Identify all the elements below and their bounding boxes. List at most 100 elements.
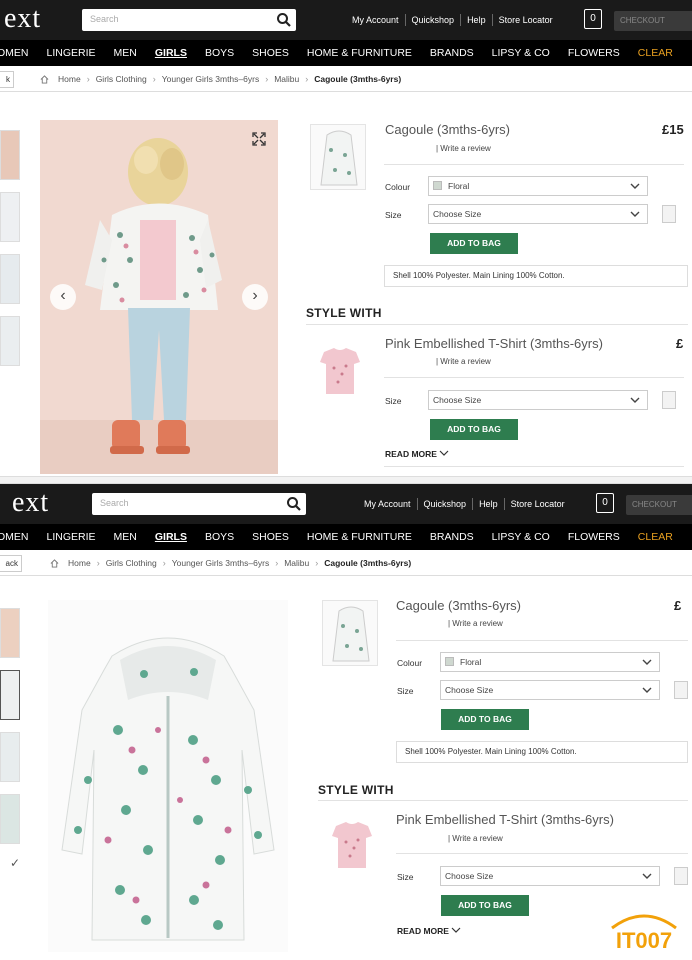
style-with-title[interactable]: Pink Embellished T-Shirt (3mths-6yrs) [396,812,614,827]
nav-item-men[interactable]: MEN [105,47,146,60]
colour-select[interactable]: Floral [428,176,648,196]
nav-item-boys[interactable]: BOYS [196,531,243,544]
product-thumbnail[interactable] [322,600,378,666]
nav-item-girls[interactable]: GIRLS [146,531,196,544]
my-account-link[interactable]: My Account [346,14,405,26]
breadcrumb-younger-girls[interactable]: Younger Girls 3mths–6yrs [156,74,265,84]
next-image-arrow[interactable]: › [242,284,268,310]
style-with-thumbnail[interactable] [312,338,368,404]
breadcrumb-home[interactable]: Home [52,74,87,84]
watermark-logo: IT007 [604,908,684,954]
checkout-button[interactable]: CHECKOUT [614,11,692,31]
thumbnail-4[interactable] [0,794,20,844]
breadcrumb-malibu[interactable]: Malibu [278,558,315,568]
nav-item-lingerie[interactable]: LINGERIE [38,531,105,544]
quickshop-link[interactable]: Quickshop [416,498,473,510]
thumbnail-1[interactable] [0,130,20,180]
nav-item-home-furniture[interactable]: HOME & FURNITURE [298,531,421,544]
read-more-label: READ MORE [397,926,449,936]
expand-icon[interactable] [252,132,266,146]
style-with-add-to-bag-button[interactable]: ADD TO BAG [441,895,529,916]
thumbnail-1[interactable] [0,608,20,658]
style-with-size-select[interactable]: Choose Size [440,866,660,886]
nav-item-clearance[interactable]: CLEAR [629,47,682,60]
style-with-heading: STYLE WITH [318,783,394,797]
thumbnail-3[interactable] [0,732,20,782]
nav-item-women[interactable]: OMEN [0,531,38,544]
checkout-button[interactable]: CHECKOUT [626,495,692,515]
breadcrumb-home[interactable]: Home [62,558,97,568]
nav-item-lipsy[interactable]: LIPSY & CO [483,47,559,60]
style-with-size-select[interactable]: Choose Size [428,390,648,410]
search-input[interactable]: Search [92,493,306,515]
nav-item-girls[interactable]: GIRLS [146,47,196,60]
size-select[interactable]: Choose Size [428,204,648,224]
style-with-heading: STYLE WITH [306,306,382,320]
nav-item-clearance[interactable]: CLEAR [629,531,682,544]
nav-item-lipsy[interactable]: LIPSY & CO [483,531,559,544]
style-with-size-placeholder: Choose Size [445,871,494,881]
search-input[interactable]: Search [82,9,296,31]
add-to-bag-button[interactable]: ADD TO BAG [441,709,529,730]
nav-item-women[interactable]: OMEN [0,47,38,60]
product-thumbnail[interactable] [310,124,366,190]
thumbnail-4[interactable] [0,316,20,366]
thumbnail-2[interactable] [0,192,20,242]
product-photo-flatlay[interactable] [48,600,288,952]
quickshop-link[interactable]: Quickshop [404,14,461,26]
breadcrumb-girls-clothing[interactable]: Girls Clothing [90,74,153,84]
help-link[interactable]: Help [472,498,504,510]
nav-item-shoes[interactable]: SHOES [243,531,298,544]
breadcrumb-younger-girls[interactable]: Younger Girls 3mths–6yrs [166,558,275,568]
style-with-thumbnail[interactable] [324,812,380,878]
search-icon[interactable] [276,12,292,28]
my-account-link[interactable]: My Account [358,498,417,510]
store-locator-link[interactable]: Store Locator [503,498,571,510]
prev-image-arrow[interactable]: ‹ [50,284,76,310]
search-icon[interactable] [286,496,302,512]
help-link[interactable]: Help [460,14,492,26]
breadcrumb-malibu[interactable]: Malibu [268,74,305,84]
header-bar: ext Search My Account Quickshop Help Sto… [0,484,692,524]
shopping-bag-icon[interactable]: 0 [584,9,602,29]
product-title: Cagoule (3mths-6yrs) [385,122,510,137]
product-photo-model[interactable]: ‹ › [40,120,278,474]
read-more-link[interactable]: READ MORE [397,926,461,936]
thumbnail-2[interactable] [0,670,20,720]
nav-item-brands[interactable]: BRANDS [421,531,483,544]
add-to-bag-button[interactable]: ADD TO BAG [430,233,518,254]
style-with-review-link[interactable]: | Write a review [448,834,503,843]
nav-item-lingerie[interactable]: LINGERIE [38,47,105,60]
nav-item-home-furniture[interactable]: HOME & FURNITURE [298,47,421,60]
style-with-add-to-bag-button[interactable]: ADD TO BAG [430,419,518,440]
back-button[interactable]: k [0,71,14,88]
nav-item-brands[interactable]: BRANDS [421,47,483,60]
quantity-stepper[interactable] [674,681,688,699]
style-with-size-label: Size [385,396,402,406]
size-select[interactable]: Choose Size [440,680,660,700]
style-with-title[interactable]: Pink Embellished T-Shirt (3mths-6yrs) [385,336,603,351]
nav-item-flowers[interactable]: FLOWERS [559,531,629,544]
chevron-down-icon[interactable]: ✓ [10,856,22,870]
utility-links: My Account Quickshop Help Store Locator [358,498,571,510]
brand-logo[interactable]: ext [4,4,41,34]
screenshot-product-page-model: ext Search My Account Quickshop Help Sto… [0,0,692,476]
brand-logo[interactable]: ext [12,488,49,518]
write-review-link[interactable]: | Write a review [448,619,503,628]
nav-item-shoes[interactable]: SHOES [243,47,298,60]
quantity-stepper[interactable] [662,205,676,223]
breadcrumb-girls-clothing[interactable]: Girls Clothing [100,558,163,568]
nav-item-flowers[interactable]: FLOWERS [559,47,629,60]
style-with-quantity-stepper[interactable] [674,867,688,885]
write-review-link[interactable]: | Write a review [436,144,491,153]
store-locator-link[interactable]: Store Locator [491,14,559,26]
style-with-review-link[interactable]: | Write a review [436,357,491,366]
nav-item-men[interactable]: MEN [105,531,146,544]
nav-item-boys[interactable]: BOYS [196,47,243,60]
shopping-bag-icon[interactable]: 0 [596,493,614,513]
thumbnail-3[interactable] [0,254,20,304]
style-with-quantity-stepper[interactable] [662,391,676,409]
colour-select[interactable]: Floral [440,652,660,672]
read-more-link[interactable]: READ MORE [385,449,449,459]
back-button[interactable]: ack [0,555,22,572]
